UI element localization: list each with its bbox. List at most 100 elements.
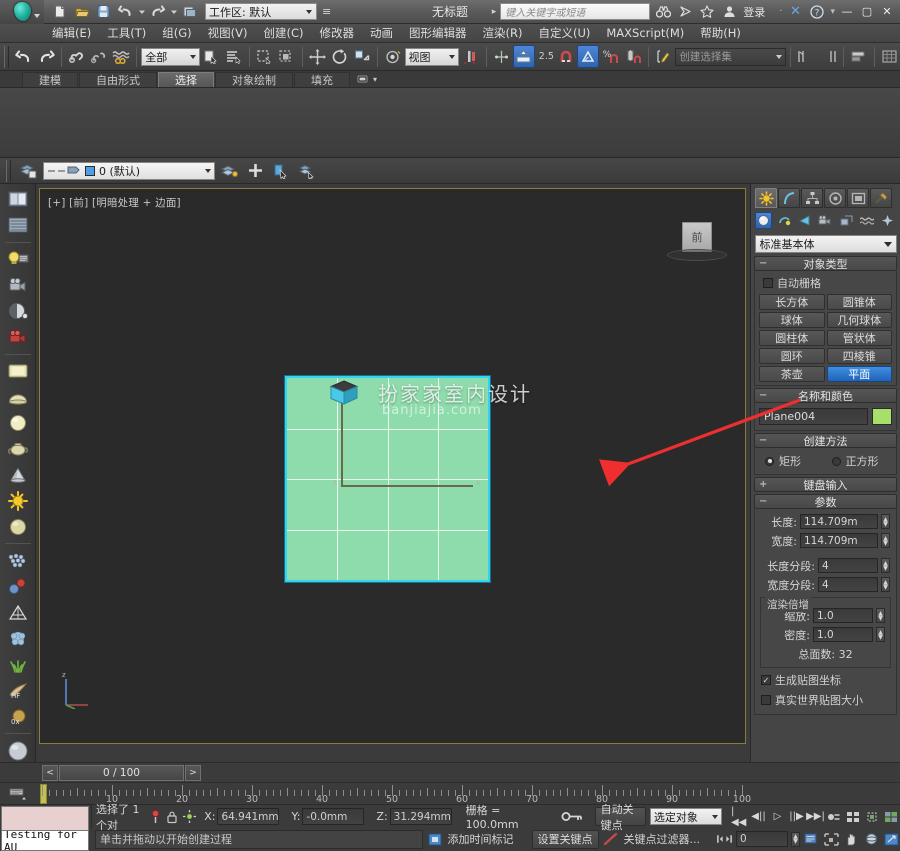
time-config-button[interactable] [803, 831, 820, 848]
set-current-layer-icon[interactable] [296, 159, 319, 182]
key-toggle-button[interactable] [716, 831, 733, 848]
shapes-category[interactable] [776, 212, 793, 229]
zoom-all-button[interactable] [883, 808, 900, 825]
select-and-link-button[interactable] [66, 45, 87, 68]
select-by-name-button[interactable] [223, 45, 244, 68]
viewport-front[interactable]: [+] [前] [明暗处理 + 边面] 前 z x 扮家家室内设计 banjia… [39, 188, 746, 744]
create-box-button[interactable]: 长方体 [759, 294, 825, 310]
create-sphere-button[interactable]: 球体 [759, 312, 825, 328]
y-coordinate-field[interactable]: -0.0mm [302, 808, 365, 825]
key-mode-toggle-icon[interactable] [561, 810, 585, 823]
time-slider-prev-button[interactable]: < [42, 764, 58, 781]
create-geosphere-button[interactable]: 几何球体 [826, 312, 892, 328]
systems-category[interactable] [879, 212, 896, 229]
workspace-combo[interactable]: 工作区: 默认 [205, 3, 317, 20]
key-filter-icon[interactable] [603, 831, 620, 848]
undo-button[interactable] [13, 45, 34, 68]
user-account-icon[interactable] [720, 3, 738, 21]
current-layer-combo[interactable]: 0 (默认) [43, 161, 215, 180]
viewport-label[interactable]: [+] [前] [明暗处理 + 边面] [48, 195, 181, 210]
material-editor-button[interactable] [848, 45, 869, 68]
rectangular-selection-region-button[interactable] [254, 45, 275, 68]
object-type-header[interactable]: − 对象类型 [754, 256, 897, 271]
keyboard-entry-header[interactable]: + 键盘输入 [754, 477, 897, 492]
create-tab[interactable] [755, 188, 777, 208]
undo-dropdown-icon[interactable] [138, 2, 145, 21]
gizmo-cube-icon[interactable] [328, 379, 360, 411]
key-filters-label[interactable]: 关键点过滤器... [624, 831, 701, 847]
width-segs-spinner[interactable]: ▲ ▼ [881, 577, 890, 592]
cone-icon[interactable] [4, 464, 32, 487]
ribbon-tab-populate[interactable]: 填充 [294, 72, 350, 87]
generate-mapping-coords-checkbox[interactable]: ✓ [761, 675, 771, 685]
render-setup-button[interactable] [879, 45, 900, 68]
sphere-gold-icon[interactable] [4, 515, 32, 538]
viewcube-compass-ring[interactable] [667, 249, 727, 261]
real-world-map-size-row[interactable]: 真实世界贴图大小 [759, 691, 892, 711]
width-input[interactable]: 114.709m [800, 533, 878, 548]
unlink-selection-button[interactable] [88, 45, 109, 68]
workspace-overflow-icon[interactable]: ≡ [322, 5, 331, 18]
menu-item-customize[interactable]: 自定义(U) [530, 24, 598, 43]
window-crossing-toggle-button[interactable] [276, 45, 297, 68]
add-time-tag-icon[interactable] [427, 831, 444, 848]
menu-item-modifiers[interactable]: 修改器 [312, 24, 363, 43]
spacewarps-category[interactable] [858, 212, 875, 229]
length-input[interactable]: 114.709m [800, 514, 878, 529]
mirror-button[interactable] [460, 45, 481, 68]
listener-input-pane[interactable]: Testing for AU [1, 831, 89, 851]
curve-editor-button[interactable] [795, 45, 816, 68]
select-layer-objects-icon[interactable] [270, 159, 293, 182]
motion-tab[interactable] [824, 188, 846, 208]
menu-item-rendering[interactable]: 渲染(R) [475, 24, 531, 43]
toolbar-grip[interactable] [4, 45, 9, 68]
maximize-window-button[interactable]: ▢ [859, 4, 875, 20]
new-file-icon[interactable] [50, 2, 69, 21]
modify-tab[interactable] [778, 188, 800, 208]
key-mode-button[interactable] [826, 808, 843, 825]
help-icon[interactable]: ? [808, 3, 826, 21]
time-slider-thumb[interactable]: 0 / 100 [59, 764, 184, 781]
auto-key-button[interactable]: 自动关键点 [594, 803, 646, 832]
open-mini-curve-editor-button[interactable] [6, 785, 32, 803]
snap-toggle-button[interactable] [555, 45, 576, 68]
layer-manager-icon[interactable] [17, 159, 40, 182]
share-icon[interactable] [676, 3, 694, 21]
layer-toolbar-grip[interactable] [6, 159, 11, 182]
autogrid-row[interactable]: 自动栅格 [759, 274, 892, 294]
menu-item-tools[interactable]: 工具(T) [99, 24, 154, 43]
frame-spinner[interactable]: ▲ ▼ [791, 831, 800, 847]
autogrid-checkbox[interactable] [763, 278, 773, 288]
snaps-toggle-button[interactable] [513, 45, 535, 68]
redo-dropdown-icon[interactable] [170, 2, 177, 21]
render-camera-icon[interactable] [4, 326, 32, 349]
hierarchy-tab[interactable] [801, 188, 823, 208]
coin-icon[interactable]: 0x [4, 705, 32, 728]
gizmo-axis-x[interactable] [341, 485, 473, 487]
open-file-icon[interactable] [72, 2, 91, 21]
select-and-scale-button[interactable] [352, 45, 373, 68]
x-coordinate-field[interactable]: 64.941mm [217, 808, 280, 825]
menu-item-group[interactable]: 组(G) [154, 24, 199, 43]
length-spinner[interactable]: ▲ ▼ [881, 514, 890, 529]
save-file-icon[interactable] [94, 2, 113, 21]
light-icon[interactable] [4, 248, 32, 271]
orbit-button[interactable] [863, 831, 880, 848]
grass-icon[interactable] [4, 653, 32, 676]
ribbon-tab-modeling[interactable]: 建模 [22, 72, 78, 87]
hair-fur-icon[interactable]: HF [4, 679, 32, 702]
width-spinner[interactable]: ▲ ▼ [881, 533, 890, 548]
length-segs-input[interactable]: 4 [818, 558, 878, 573]
spinner-snap-toggle-button[interactable] [622, 45, 643, 68]
pin-stack-icon[interactable] [149, 809, 162, 824]
sun-icon[interactable] [4, 489, 32, 512]
frame-ruler[interactable]: 10 20 30 40 50 60 70 80 90 100 [34, 783, 900, 805]
name-and-color-header[interactable]: − 名称和颜色 [754, 388, 897, 403]
primitive-type-combo[interactable]: 标准基本体 [754, 235, 897, 253]
login-label[interactable]: 登录 [743, 4, 765, 20]
search-input[interactable]: 键入关键字或短语 [500, 3, 651, 20]
redo-icon[interactable] [148, 2, 167, 21]
transform-type-in-icon[interactable] [182, 809, 197, 824]
go-to-end-button[interactable]: ▶▶| [806, 808, 825, 825]
cameras-category[interactable] [817, 212, 834, 229]
